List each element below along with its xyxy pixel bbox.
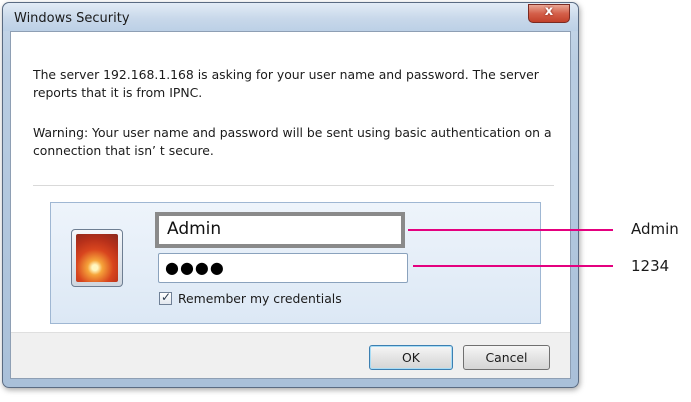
warning-message: Warning: Your user name and password wil… — [33, 125, 552, 158]
username-callout-label: Admin — [631, 220, 679, 238]
server-request-message: The server 192.168.1.168 is asking for y… — [33, 67, 539, 100]
dialog-content: The server 192.168.1.168 is asking for y… — [10, 31, 571, 379]
cancel-button[interactable]: Cancel — [463, 345, 550, 370]
ok-button[interactable]: OK — [369, 345, 453, 370]
password-callout-line — [413, 265, 613, 267]
dialog-title: Windows Security — [14, 11, 130, 26]
dialog-footer: OK Cancel — [11, 332, 570, 378]
password-input[interactable]: ●●●● — [158, 253, 408, 283]
password-callout-label: 1234 — [631, 257, 670, 275]
credentials-panel: Admin ●●●● ✓ Remember my credentials — [50, 202, 541, 324]
user-avatar-icon — [71, 229, 123, 287]
close-button[interactable]: x — [528, 4, 570, 23]
divider — [33, 185, 554, 186]
username-callout-line — [408, 229, 613, 231]
title-bar[interactable]: Windows Security x — [3, 3, 578, 31]
remember-label[interactable]: Remember my credentials — [178, 291, 342, 306]
username-input[interactable]: Admin — [155, 212, 405, 248]
remember-checkbox[interactable]: ✓ — [159, 290, 172, 305]
security-dialog: Windows Security x The server 192.168.1.… — [2, 2, 579, 388]
checkmark-icon: ✓ — [161, 290, 172, 304]
flower-image — [76, 234, 118, 282]
close-icon: x — [544, 4, 554, 19]
